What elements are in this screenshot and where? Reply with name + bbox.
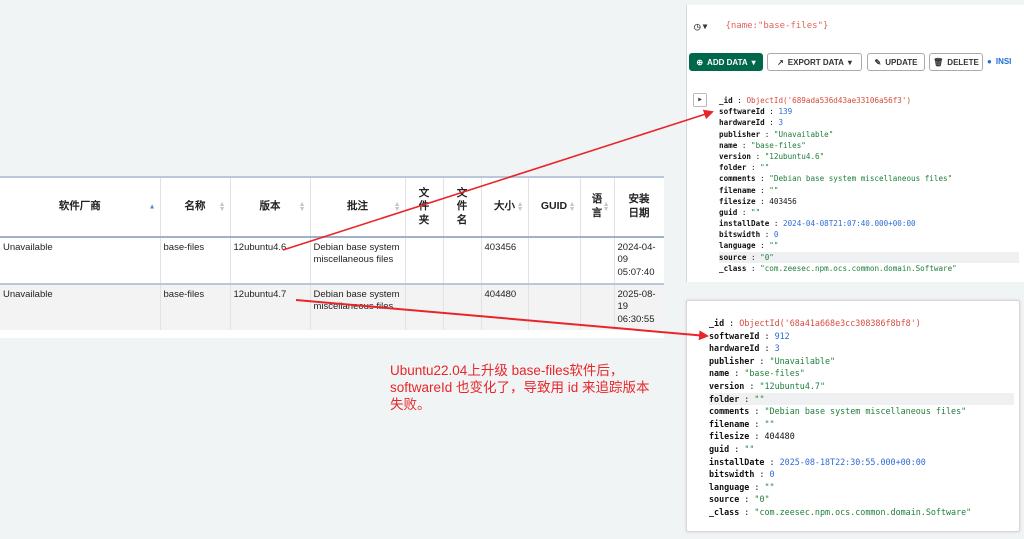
- annotation-arrows: [282, 109, 714, 341]
- arrow-to-bottom-document: [295, 299, 709, 341]
- annotation-note: Ubuntu22.04上升级 base-files软件后，softwareId …: [390, 363, 650, 412]
- arrow-to-top-document: [282, 109, 714, 251]
